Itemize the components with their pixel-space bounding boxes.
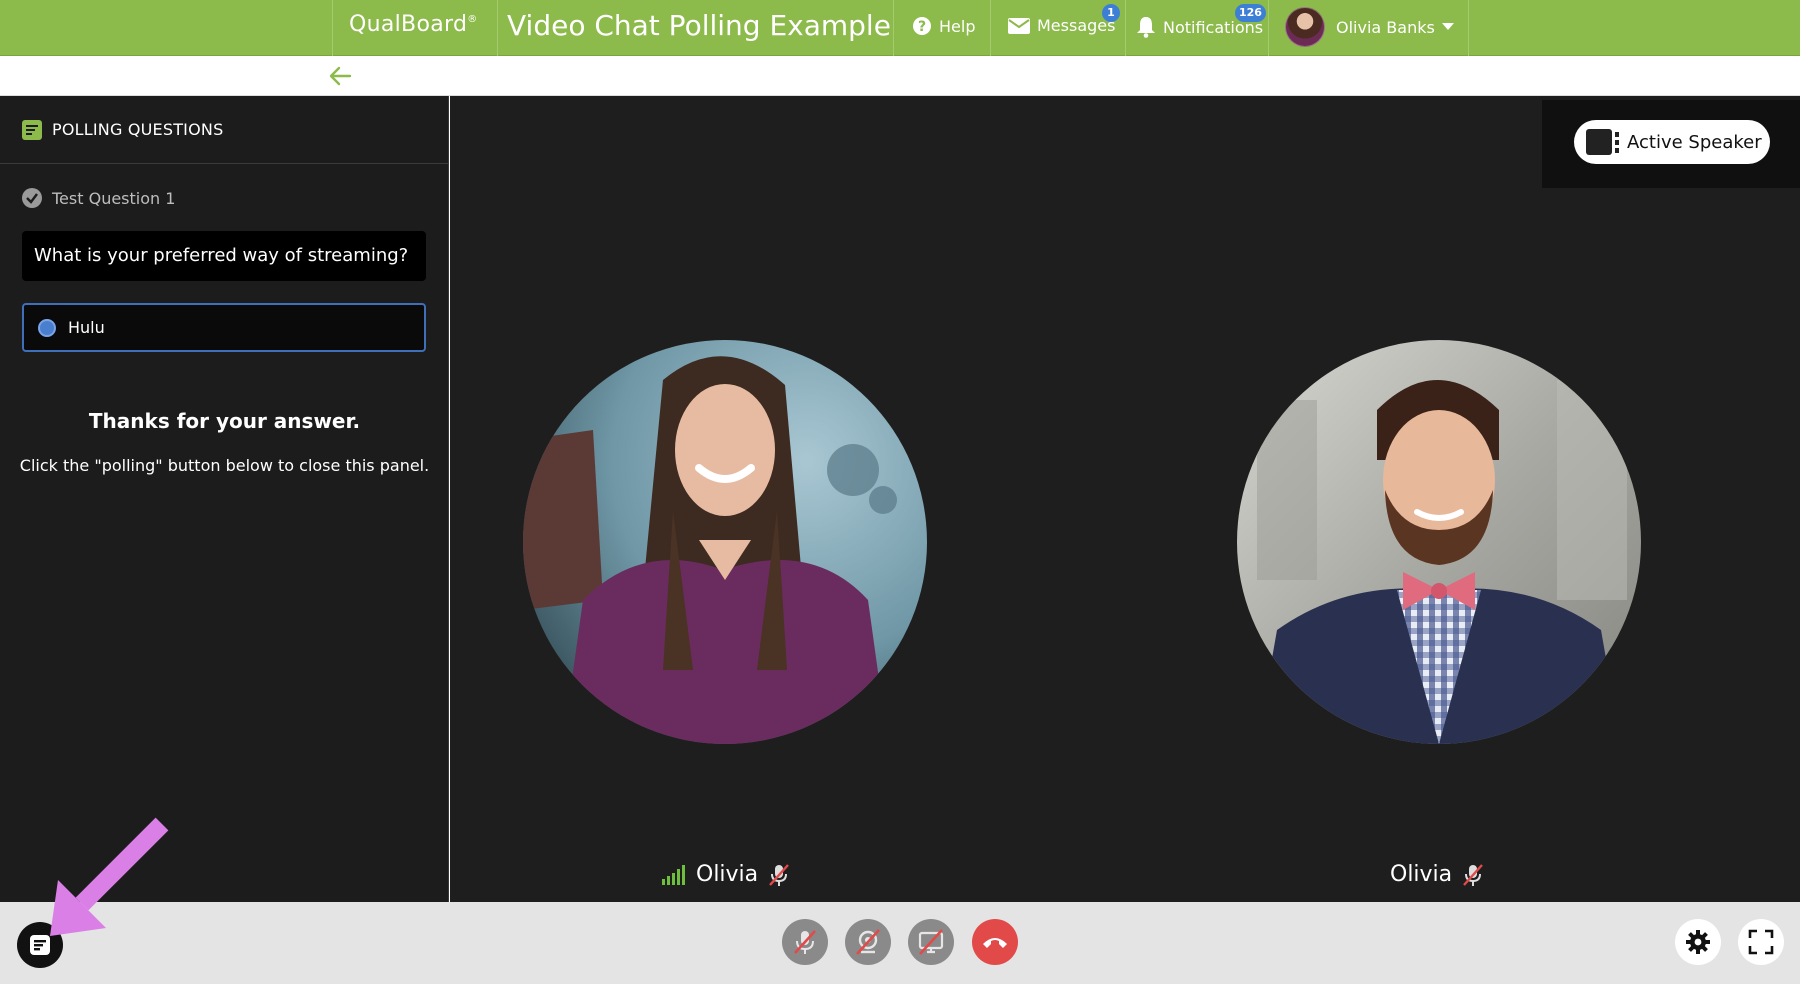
check-circle-icon <box>22 188 42 208</box>
separator <box>1125 0 1126 56</box>
mic-muted-icon <box>769 863 790 886</box>
sub-toolbar <box>0 56 1800 96</box>
brand-logo[interactable]: QualBoard® <box>349 12 478 37</box>
answer-option-selected[interactable]: Hulu <box>22 303 426 352</box>
mic-muted-icon <box>794 930 816 954</box>
view-mode-area: Active Speaker <box>1542 100 1800 188</box>
radio-selected-icon <box>38 318 56 337</box>
messages-link[interactable]: Messages <box>1008 16 1115 35</box>
active-speaker-label: Active Speaker <box>1627 131 1762 153</box>
participant-name: Olivia <box>1390 862 1453 887</box>
top-navigation-bar: QualBoard® Video Chat Polling Example ? … <box>0 0 1800 56</box>
notifications-count-badge: 126 <box>1235 4 1266 22</box>
participant-video-1 <box>523 340 927 744</box>
annotation-arrow-icon <box>50 817 169 936</box>
signal-strength-icon <box>662 864 685 885</box>
question-text: What is your preferred way of streaming? <box>22 231 426 281</box>
fullscreen-button[interactable] <box>1738 919 1784 965</box>
messages-count-badge: 1 <box>1102 4 1120 22</box>
envelope-icon <box>1008 17 1030 34</box>
bell-icon <box>1137 17 1155 38</box>
video-stage: Active Speaker Olivia Olivia <box>450 96 1800 902</box>
polling-panel-title: POLLING QUESTIONS <box>52 120 224 139</box>
screen-share-off-icon <box>918 929 944 955</box>
question-name: Test Question 1 <box>52 188 176 208</box>
close-instructions: Click the "polling" button below to clos… <box>19 456 430 475</box>
polling-panel: POLLING QUESTIONS Test Question 1 What i… <box>0 96 449 902</box>
end-call-button[interactable] <box>972 919 1018 965</box>
active-speaker-icon <box>1586 129 1619 155</box>
help-link[interactable]: ? Help <box>912 16 975 36</box>
question-circle-icon: ? <box>913 17 931 35</box>
hang-up-icon <box>983 938 1007 948</box>
user-name: Olivia Banks <box>1336 17 1435 37</box>
brand-mark: ® <box>467 14 478 25</box>
separator <box>893 0 894 56</box>
separator <box>1268 0 1269 56</box>
screen-share-button[interactable] <box>908 919 954 965</box>
separator <box>1468 0 1469 56</box>
settings-button[interactable] <box>1675 919 1721 965</box>
active-speaker-button[interactable]: Active Speaker <box>1574 120 1770 164</box>
brand-name: QualBoard <box>349 12 468 37</box>
gear-icon <box>1686 930 1710 954</box>
participant-label-1: Olivia <box>662 862 790 887</box>
separator <box>990 0 991 56</box>
separator <box>497 0 498 56</box>
thanks-message: Thanks for your answer. <box>88 409 361 433</box>
help-label: Help <box>939 16 976 36</box>
arrow-left-icon[interactable] <box>328 64 354 88</box>
camera-off-icon <box>856 929 880 955</box>
mute-microphone-button[interactable] <box>782 919 828 965</box>
participant-name: Olivia <box>696 862 759 887</box>
caret-down-icon <box>1441 23 1454 30</box>
call-controls-bar <box>0 902 1800 984</box>
avatar <box>1285 7 1325 47</box>
participant-label-2: Olivia <box>1390 862 1484 887</box>
user-menu[interactable]: Olivia Banks <box>1285 7 1454 47</box>
question-title: Test Question 1 <box>22 188 175 208</box>
participant-video-2 <box>1237 340 1641 744</box>
svg-text:?: ? <box>918 19 926 35</box>
camera-toggle-button[interactable] <box>845 919 891 965</box>
polling-panel-header: POLLING QUESTIONS <box>0 96 448 164</box>
answer-label: Hulu <box>68 318 105 337</box>
mic-muted-icon <box>1463 863 1484 886</box>
fullscreen-icon <box>1748 929 1774 955</box>
poll-icon <box>22 119 42 140</box>
separator <box>332 0 333 56</box>
page-title: Video Chat Polling Example <box>507 9 891 42</box>
